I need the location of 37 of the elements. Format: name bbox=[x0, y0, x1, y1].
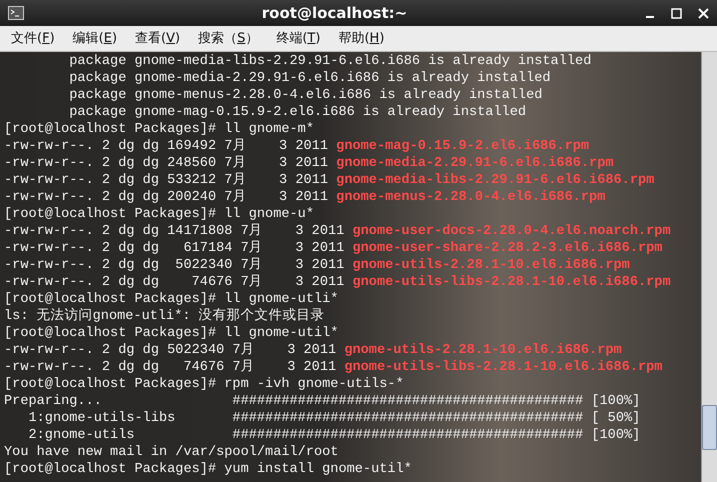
terminal-line: Preparing... ########################################### [100%] bbox=[4, 393, 642, 410]
terminal-line: [root@localhost Packages]# ll gnome-u* bbox=[4, 206, 315, 223]
terminal-line: [root@localhost Packages]# yum install gnome-util* bbox=[4, 461, 413, 478]
maximize-icon[interactable] bbox=[671, 8, 682, 18]
terminal-line: -rw-rw-r--. 2 dg dg 200240 7月 3 2011 gnome-menus-2.28.0-4.el6.i686.rpm bbox=[4, 189, 606, 206]
menu-item[interactable]: 编辑(E) bbox=[66, 28, 124, 48]
menu-item[interactable]: 帮助(H) bbox=[331, 28, 392, 48]
terminal-line: -rw-rw-r--. 2 dg dg 74676 7月 3 2011 gnome-utils-libs-2.28.1-10.el6.i686.rpm bbox=[4, 274, 672, 291]
terminal-line: package gnome-mag-0.15.9-2.el6.i686 is already installed bbox=[68, 104, 528, 121]
terminal-icon bbox=[8, 6, 24, 20]
scrollbar-thumb[interactable] bbox=[702, 405, 717, 450]
terminal-line: You have new mail in /var/spool/mail/root bbox=[4, 444, 340, 461]
terminal-line: -rw-rw-r--. 2 dg dg 169492 7月 3 2011 gnome-mag-0.15.9-2.el6.i686.rpm bbox=[4, 138, 590, 155]
terminal-line: -rw-rw-r--. 2 dg dg 248560 7月 3 2011 gnome-media-2.29.91-6.el6.i686.rpm bbox=[4, 155, 615, 172]
terminal-line: package gnome-media-libs-2.29.91-6.el6.i686 is already installed bbox=[68, 53, 592, 70]
terminal-line: -rw-rw-r--. 2 dg dg 533212 7月 3 2011 gnome-media-libs-2.29.91-6.el6.i686.rpm bbox=[4, 172, 656, 189]
menu-item[interactable]: 搜索（S） bbox=[191, 28, 266, 48]
terminal-line: -rw-rw-r--. 2 dg dg 14171808 7月 3 2011 gnome-user-docs-2.28.0-4.el6.noarch.rpm bbox=[4, 223, 672, 240]
scrollbar[interactable] bbox=[701, 52, 717, 482]
terminal-line: -rw-rw-r--. 2 dg dg 5022340 7月 3 2011 gnome-utils-2.28.1-10.el6.i686.rpm bbox=[4, 257, 631, 274]
terminal-line: ls: 无法访问gnome-utli*: 没有那个文件或目录 bbox=[4, 308, 326, 325]
window-title: root@localhost:~ bbox=[260, 2, 408, 24]
menu-item[interactable]: 终端(T) bbox=[269, 28, 328, 48]
terminal-line: -rw-rw-r--. 2 dg dg 74676 7月 3 2011 gnome-utils-libs-2.28.1-10.el6.i686.rpm bbox=[4, 359, 664, 376]
terminal-line: [root@localhost Packages]# ll gnome-m* bbox=[4, 121, 315, 138]
terminal-line: [root@localhost Packages]# rpm -ivh gnome-utils-* bbox=[4, 376, 405, 393]
terminal-line: 2:gnome-utils ########################################### [100%] bbox=[27, 427, 642, 444]
terminal-line: package gnome-menus-2.28.0-4.el6.i686 is already installed bbox=[68, 87, 544, 104]
terminal-line: package gnome-media-2.29.91-6.el6.i686 is already installed bbox=[68, 70, 552, 87]
terminal-line: [root@localhost Packages]# ll gnome-utli* bbox=[4, 291, 340, 308]
menu-item[interactable]: 查看(V) bbox=[128, 28, 188, 48]
terminal-line: 1:gnome-utils-libs ########################################### [ 50%] bbox=[27, 410, 642, 427]
terminal-line: -rw-rw-r--. 2 dg dg 617184 7月 3 2011 gnome-user-share-2.28.2-3.el6.i686.rpm bbox=[4, 240, 664, 257]
close-icon[interactable] bbox=[698, 8, 709, 18]
terminal-line: [root@localhost Packages]# ll gnome-util* bbox=[4, 325, 340, 342]
menu-item[interactable]: 文件(F) bbox=[4, 28, 62, 48]
terminal-line: -rw-rw-r--. 2 dg dg 5022340 7月 3 2011 gnome-utils-2.28.1-10.el6.i686.rpm bbox=[4, 342, 623, 359]
